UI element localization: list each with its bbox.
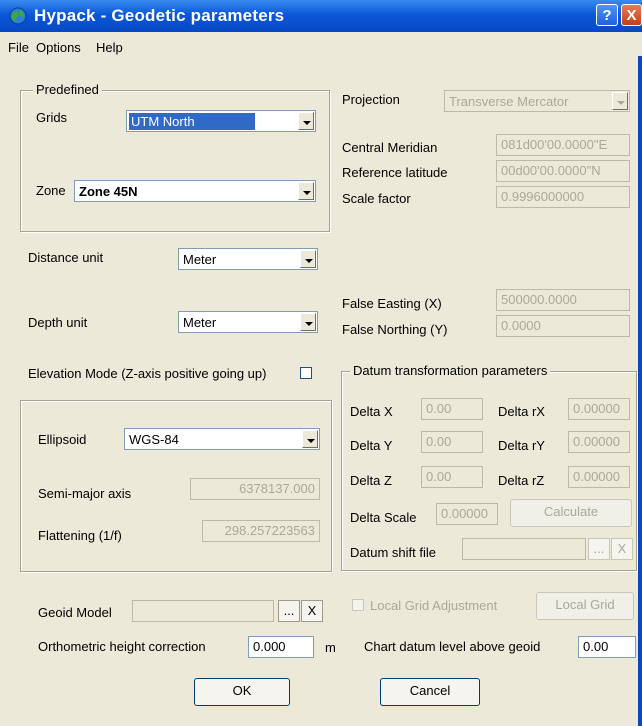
delta-rz-label: Delta rZ [498,473,545,488]
depth-unit-value: Meter [183,315,217,330]
zone-label: Zone [36,183,66,198]
geoid-browse-button[interactable]: ... [278,600,300,622]
datum-shift-file-field [462,538,586,560]
elevation-mode-checkbox[interactable] [300,367,312,379]
local-grid-button: Local Grid [536,592,634,620]
orthometric-unit-label: m [325,640,336,655]
delta-y-label: Delta Y [350,438,393,453]
chevron-down-icon[interactable] [298,112,314,130]
geoid-model-field [132,600,274,622]
ellipsoid-select[interactable]: WGS-84 [124,428,320,450]
orthometric-height-label: Orthometric height correction [38,639,206,654]
delta-z-field: 0.00 [421,466,483,488]
projection-value: Transverse Mercator [449,94,569,109]
chevron-down-icon[interactable] [298,182,314,200]
zone-select[interactable]: Zone 45N [74,180,316,202]
depth-unit-select[interactable]: Meter [178,311,318,333]
chevron-down-icon[interactable] [300,250,316,268]
menu-help[interactable]: Help [96,40,123,55]
scale-factor-label: Scale factor [342,191,411,206]
window-border [638,56,642,726]
flattening-field: 298.257223563 [202,520,320,542]
chart-datum-input[interactable]: 0.00 [578,636,636,658]
distance-unit-select[interactable]: Meter [178,248,318,270]
ok-button[interactable]: OK [194,678,290,706]
help-button[interactable]: ? [596,4,618,26]
false-northing-label: False Northing (Y) [342,322,448,337]
datum-shift-clear-button: X [611,538,633,560]
depth-unit-label: Depth unit [28,315,88,330]
delta-y-field: 0.00 [421,431,483,453]
chart-datum-label: Chart datum level above geoid [364,639,541,654]
central-meridian-field: 081d00'00.0000"E [496,134,630,156]
grids-label: Grids [36,110,68,125]
globe-icon [9,7,27,25]
ellipsoid-value: WGS-84 [129,432,179,447]
predefined-legend: Predefined [33,82,102,97]
delta-ry-label: Delta rY [498,438,545,453]
projection-label: Projection [342,92,400,107]
semi-major-axis-label: Semi-major axis [38,486,132,501]
datum-shift-browse-button: ... [588,538,610,560]
local-grid-adjustment-label: Local Grid Adjustment [370,598,498,613]
false-easting-label: False Easting (X) [342,296,442,311]
delta-rx-label: Delta rX [498,404,545,419]
chevron-down-icon[interactable] [300,313,316,331]
semi-major-axis-field: 6378137.000 [190,478,320,500]
distance-unit-value: Meter [183,252,217,267]
close-button[interactable]: X [621,4,642,26]
menu-file[interactable]: File [8,40,29,55]
zone-value: Zone 45N [79,184,138,199]
false-northing-field: 0.0000 [496,315,630,337]
false-easting-field: 500000.0000 [496,289,630,311]
delta-rz-field: 0.00000 [568,466,630,488]
flattening-label: Flattening (1/f) [38,528,122,543]
delta-ry-field: 0.00000 [568,431,630,453]
delta-rx-field: 0.00000 [568,398,630,420]
distance-unit-label: Distance unit [28,250,104,265]
central-meridian-label: Central Meridian [342,140,438,155]
geoid-clear-button[interactable]: X [301,600,323,622]
geoid-model-label: Geoid Model [38,605,112,620]
ellipsoid-label: Ellipsoid [38,432,87,447]
scale-factor-field: 0.9996000000 [496,186,630,208]
delta-z-label: Delta Z [350,473,392,488]
window-title: Hypack - Geodetic parameters [34,6,285,25]
orthometric-height-input[interactable]: 0.000 [248,636,314,658]
reference-latitude-label: Reference latitude [342,165,448,180]
grids-select[interactable]: UTM North [126,110,316,132]
delta-scale-label: Delta Scale [350,510,417,525]
elevation-mode-label: Elevation Mode (Z-axis positive going up… [28,366,267,381]
calculate-button: Calculate [510,499,632,527]
delta-x-label: Delta X [350,404,393,419]
chevron-down-icon [612,92,628,110]
projection-select: Transverse Mercator [444,90,630,112]
grids-value: UTM North [129,113,255,130]
delta-x-field: 0.00 [421,398,483,420]
datum-legend: Datum transformation parameters [350,363,551,378]
local-grid-adjustment-checkbox [352,599,364,611]
cancel-button[interactable]: Cancel [380,678,480,706]
reference-latitude-field: 00d00'00.0000"N [496,160,630,182]
datum-shift-file-label: Datum shift file [350,545,436,560]
delta-scale-field: 0.00000 [436,503,498,525]
chevron-down-icon[interactable] [302,430,318,448]
menu-options[interactable]: Options [36,40,81,55]
